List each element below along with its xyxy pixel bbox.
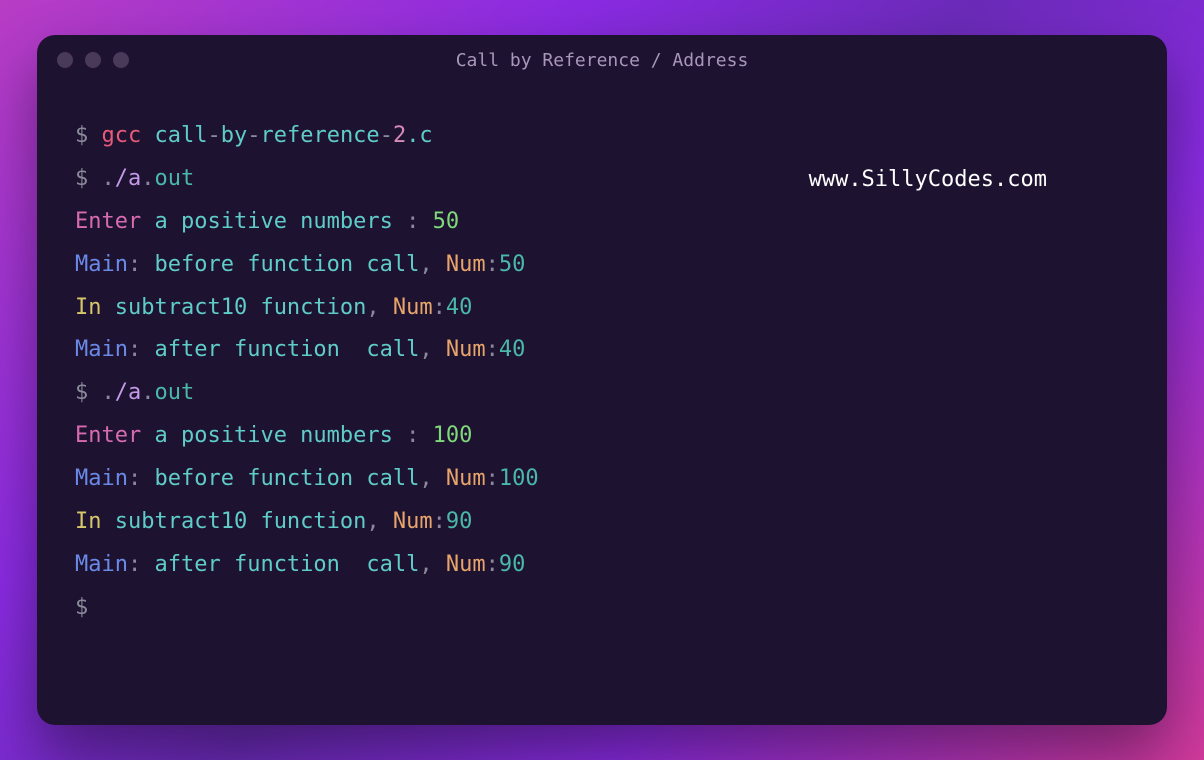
close-icon[interactable]: [57, 52, 73, 68]
terminal-line: In subtract10 function, Num:90: [75, 501, 1129, 544]
maximize-icon[interactable]: [113, 52, 129, 68]
terminal-line: Main: before function call, Num:100: [75, 458, 1129, 501]
terminal-window: Call by Reference / Address www.SillyCod…: [37, 35, 1167, 725]
terminal-line: Main: before function call, Num:50: [75, 244, 1129, 287]
prompt: $: [75, 595, 88, 620]
terminal-line: Enter a positive numbers : 100: [75, 415, 1129, 458]
titlebar: Call by Reference / Address: [37, 35, 1167, 85]
terminal-line: $ ./a.out: [75, 372, 1129, 415]
prompt: $: [75, 166, 102, 191]
window-title: Call by Reference / Address: [456, 50, 749, 71]
terminal-line: Enter a positive numbers : 50: [75, 201, 1129, 244]
cmd-gcc: gcc: [102, 123, 155, 148]
terminal-line: Main: after function call, Num:40: [75, 329, 1129, 372]
terminal-line: $: [75, 587, 1129, 630]
watermark-text: www.SillyCodes.com: [809, 167, 1047, 192]
terminal-line: In subtract10 function, Num:40: [75, 287, 1129, 330]
prompt: $: [75, 380, 102, 405]
terminal-line: Main: after function call, Num:90: [75, 544, 1129, 587]
traffic-lights: [57, 52, 129, 68]
prompt: $: [75, 123, 102, 148]
terminal-line: $ gcc call-by-reference-2.c: [75, 115, 1129, 158]
minimize-icon[interactable]: [85, 52, 101, 68]
